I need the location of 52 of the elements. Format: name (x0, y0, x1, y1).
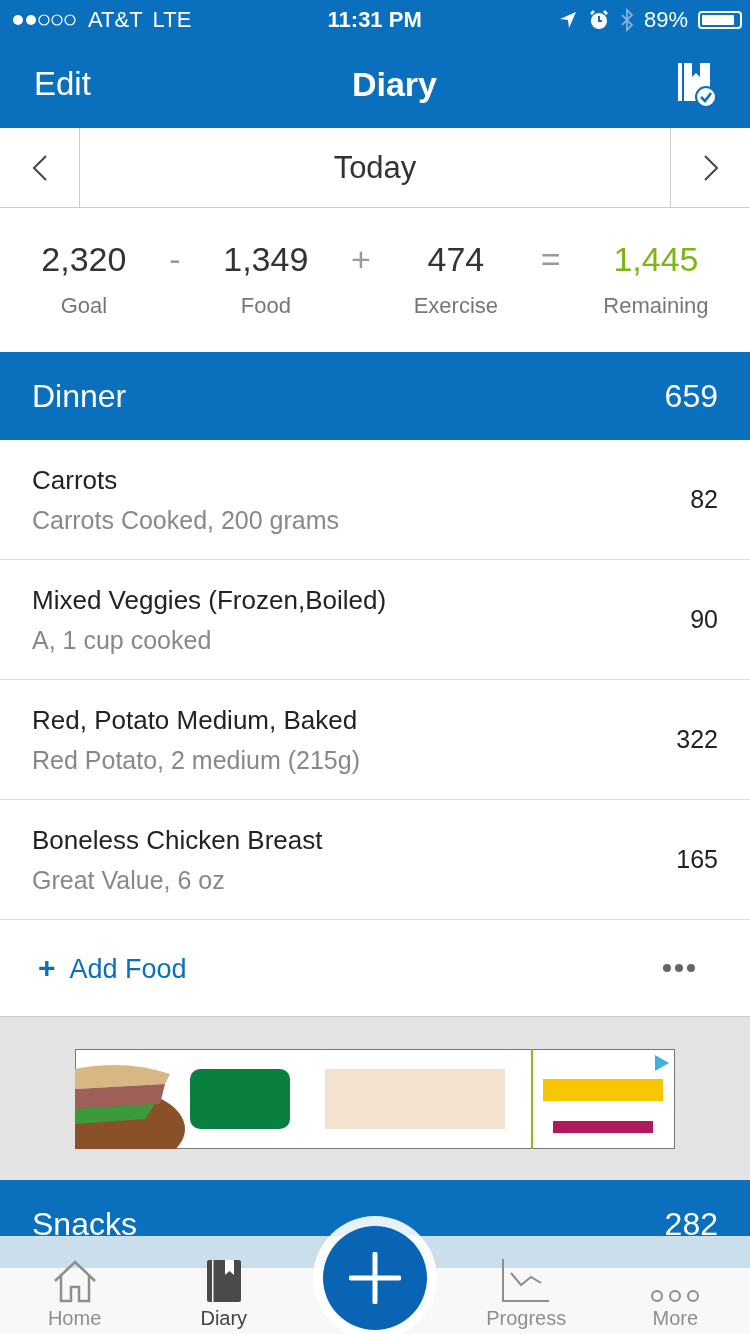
clock-time: 11:31 PM (327, 7, 422, 33)
calorie-label: Remaining (603, 293, 709, 319)
food-name: Boneless Chicken Breast (32, 824, 323, 856)
battery-percent: 89% (643, 7, 688, 33)
diary-check-icon (676, 61, 716, 107)
calorie-value: 1,349 (223, 240, 309, 279)
network-type: LTE (152, 7, 192, 33)
carrier-name: AT&T (88, 7, 143, 33)
food-calories: 322 (676, 725, 718, 754)
math-operator: = (540, 240, 561, 279)
meal-calories: 282 (664, 1205, 718, 1243)
meal-name: Dinner (32, 377, 127, 415)
battery-icon (698, 11, 742, 29)
edit-button[interactable]: Edit (34, 65, 91, 103)
calorie-value: 474 (427, 240, 485, 279)
calorie-value: 2,320 (41, 240, 127, 279)
add-button[interactable] (322, 1226, 427, 1330)
food-detail: Carrots Cooked, 200 grams (32, 505, 340, 535)
math-operator: - (169, 240, 181, 279)
meal-calories: 659 (664, 377, 718, 415)
tab-item[interactable]: Diary (163, 1253, 284, 1334)
calorie-value: 1,445 (613, 240, 699, 279)
food-name: Carrots (32, 464, 119, 496)
more-icon (650, 1289, 701, 1303)
meal-name: Snacks (32, 1205, 137, 1243)
food-row[interactable]: Boneless Chicken Breast Great Value, 6 oz 165 (0, 800, 750, 920)
calorie-label: Exercise (413, 293, 499, 319)
more-options-icon (662, 963, 696, 973)
food-calories: 165 (676, 845, 718, 874)
calorie-label: Food (240, 293, 291, 319)
food-name: Red, Potato Medium, Baked (32, 704, 359, 736)
food-detail: A, 1 cup cooked (32, 625, 213, 655)
food-row[interactable]: Carrots Carrots Cooked, 200 grams 82 (0, 440, 750, 560)
chevron-left-icon (31, 153, 48, 182)
line-chart-icon (501, 1259, 552, 1303)
date-label: Today (332, 148, 418, 187)
math-operator: + (351, 240, 371, 279)
food-calories: 90 (690, 605, 718, 634)
food-name: Mixed Veggies (Frozen,Boiled) (32, 584, 387, 616)
bluetooth-icon (619, 8, 634, 32)
food-detail: Red Potato, 2 medium (215g) (32, 745, 360, 775)
food-row[interactable]: Mixed Veggies (Frozen,Boiled) A, 1 cup cooked 90 (0, 560, 750, 680)
food-calories: 82 (690, 485, 718, 514)
calorie-label: Goal (60, 293, 108, 319)
plus-icon (348, 1252, 401, 1304)
signal-icon (12, 12, 78, 28)
add-food-button[interactable]: + Add Food (38, 951, 187, 985)
screen-title: Diary (351, 64, 437, 104)
book-icon (205, 1259, 242, 1303)
food-row[interactable]: Red, Potato Medium, Baked Red Potato, 2 medium (215g) 322 (0, 680, 750, 800)
food-detail: Great Value, 6 oz (32, 865, 226, 895)
chevron-right-icon (702, 153, 719, 182)
